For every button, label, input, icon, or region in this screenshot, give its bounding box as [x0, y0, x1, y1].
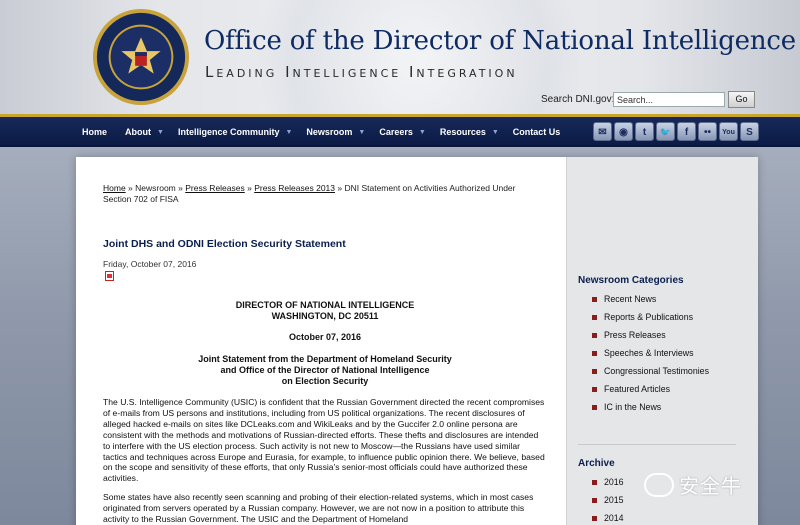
nav-items: Home About ▼ Intelligence Community ▼ News… [82, 117, 560, 147]
archive-year-2014[interactable]: 2014 [592, 513, 624, 525]
category-label: IC in the News [604, 402, 662, 412]
breadcrumb-separator: » [175, 183, 186, 193]
search-go-button[interactable]: Go [728, 91, 755, 108]
nav-label: Intelligence Community [177, 127, 280, 137]
watermark-text: 安全牛 [679, 474, 742, 498]
newsroom-categories-heading: Newsroom Categories [578, 275, 684, 286]
statement-subhead: Joint Statement from the Department of H… [160, 354, 490, 387]
breadcrumb-separator: » [125, 183, 136, 193]
category-reports-publications[interactable]: Reports & Publications [592, 312, 709, 330]
category-press-releases[interactable]: Press Releases [592, 330, 709, 348]
archive-list: 2016 2015 2014 [592, 477, 624, 525]
breadcrumb: Home » Newsroom » Press Releases » Press… [103, 183, 543, 205]
nav-newsroom[interactable]: Newsroom ▼ [306, 127, 365, 137]
breadcrumb-press-releases-2013-link[interactable]: Press Releases 2013 [254, 183, 335, 193]
search-label: Search DNI.gov: [541, 94, 615, 105]
category-label: Recent News [604, 294, 657, 304]
archive-label: 2015 [604, 495, 624, 505]
nav-label: Resources [439, 127, 486, 137]
youtube-icon[interactable]: You [719, 122, 738, 141]
category-label: Press Releases [604, 330, 666, 340]
archive-year-2015[interactable]: 2015 [592, 495, 624, 513]
breadcrumb-separator: » [244, 183, 255, 193]
chevron-down-icon: ▼ [358, 128, 366, 136]
archive-label: 2016 [604, 477, 624, 487]
wechat-logo-icon [644, 472, 674, 497]
odni-seal-logo[interactable] [92, 8, 190, 106]
bullet-icon [592, 480, 597, 485]
nav-label: About [125, 127, 152, 137]
main-nav: Home About ▼ Intelligence Community ▼ News… [0, 114, 800, 147]
facebook-icon[interactable]: f [677, 122, 696, 141]
tumblr-icon[interactable]: t [635, 122, 654, 141]
category-label: Speeches & Interviews [604, 348, 694, 358]
rss-icon[interactable]: ◉ [614, 122, 633, 141]
letterhead-line-2: WASHINGTON, DC 20511 [271, 311, 379, 321]
site-tagline: Leading Intelligence Integration [205, 63, 518, 81]
flickr-icon[interactable]: •• [698, 122, 717, 141]
archive-label: 2014 [604, 513, 624, 523]
bullet-icon [592, 333, 597, 338]
bullet-icon [592, 498, 597, 503]
category-ic-in-the-news[interactable]: IC in the News [592, 402, 709, 420]
chevron-down-icon: ▼ [157, 128, 164, 136]
nav-careers[interactable]: Careers ▼ [379, 127, 425, 137]
category-label: Congressional Testimonies [604, 366, 709, 376]
nav-resources[interactable]: Resources ▼ [440, 127, 499, 137]
bullet-icon [592, 405, 597, 410]
bullet-icon [592, 387, 597, 392]
breadcrumb-newsroom: Newsroom [135, 183, 176, 193]
archive-year-2016[interactable]: 2016 [592, 477, 624, 495]
twitter-icon[interactable]: 🐦 [656, 122, 675, 141]
category-recent-news[interactable]: Recent News [592, 294, 709, 312]
search-input[interactable] [613, 92, 725, 107]
site-header: Office of the Director of National Intel… [0, 0, 800, 114]
nav-intelligence-community[interactable]: Intelligence Community ▼ [178, 127, 292, 137]
email-icon[interactable]: ✉ [593, 122, 612, 141]
nav-label: Careers [379, 127, 413, 137]
bullet-icon [592, 297, 597, 302]
nav-home[interactable]: Home [82, 127, 107, 137]
chevron-down-icon: ▼ [491, 128, 499, 136]
article-paragraph-1: The U.S. Intelligence Community (USIC) i… [103, 397, 545, 484]
category-congressional-testimonies[interactable]: Congressional Testimonies [592, 366, 709, 384]
social-links: ✉ ◉ t 🐦 f •• You S [593, 122, 759, 141]
nav-about[interactable]: About ▼ [125, 127, 164, 137]
newsroom-categories-list: Recent News Reports & Publications Press… [592, 294, 709, 420]
article-paragraph-2: Some states have also recently seen scan… [103, 492, 534, 524]
pdf-icon[interactable] [105, 271, 114, 281]
bullet-icon [592, 369, 597, 374]
breadcrumb-press-releases-link[interactable]: Press Releases [185, 183, 245, 193]
nav-contact-us[interactable]: Contact Us [513, 127, 561, 137]
category-featured-articles[interactable]: Featured Articles [592, 384, 709, 402]
category-label: Featured Articles [604, 384, 671, 394]
chevron-down-icon: ▼ [285, 128, 293, 136]
watermark: 安全牛 [644, 470, 742, 499]
category-label: Reports & Publications [604, 312, 693, 322]
subhead-line-3: on Election Security [281, 376, 369, 386]
chevron-down-icon: ▼ [418, 128, 426, 136]
site-title: Office of the Director of National Intel… [204, 26, 796, 56]
nav-label: Newsroom [306, 127, 353, 137]
article-title: Joint DHS and ODNI Election Security Sta… [103, 238, 346, 250]
letterhead: DIRECTOR OF NATIONAL INTELLIGENCE WASHIN… [160, 300, 490, 322]
article-date: Friday, October 07, 2016 [103, 259, 197, 269]
category-speeches-interviews[interactable]: Speeches & Interviews [592, 348, 709, 366]
statement-date: October 07, 2016 [288, 332, 362, 342]
archive-heading: Archive [578, 458, 615, 469]
subhead-line-2: and Office of the Director of National I… [220, 365, 430, 375]
bullet-icon [592, 516, 597, 521]
bullet-icon [592, 351, 597, 356]
subhead-line-1: Joint Statement from the Department of H… [198, 354, 452, 364]
letterhead-line-1: DIRECTOR OF NATIONAL INTELLIGENCE [235, 300, 415, 310]
sidebar-divider [578, 444, 736, 445]
bullet-icon [592, 315, 597, 320]
nav-label: Home [82, 127, 108, 137]
scribd-icon[interactable]: S [740, 122, 759, 141]
nav-label: Contact Us [512, 127, 561, 137]
breadcrumb-home-link[interactable]: Home [103, 183, 126, 193]
